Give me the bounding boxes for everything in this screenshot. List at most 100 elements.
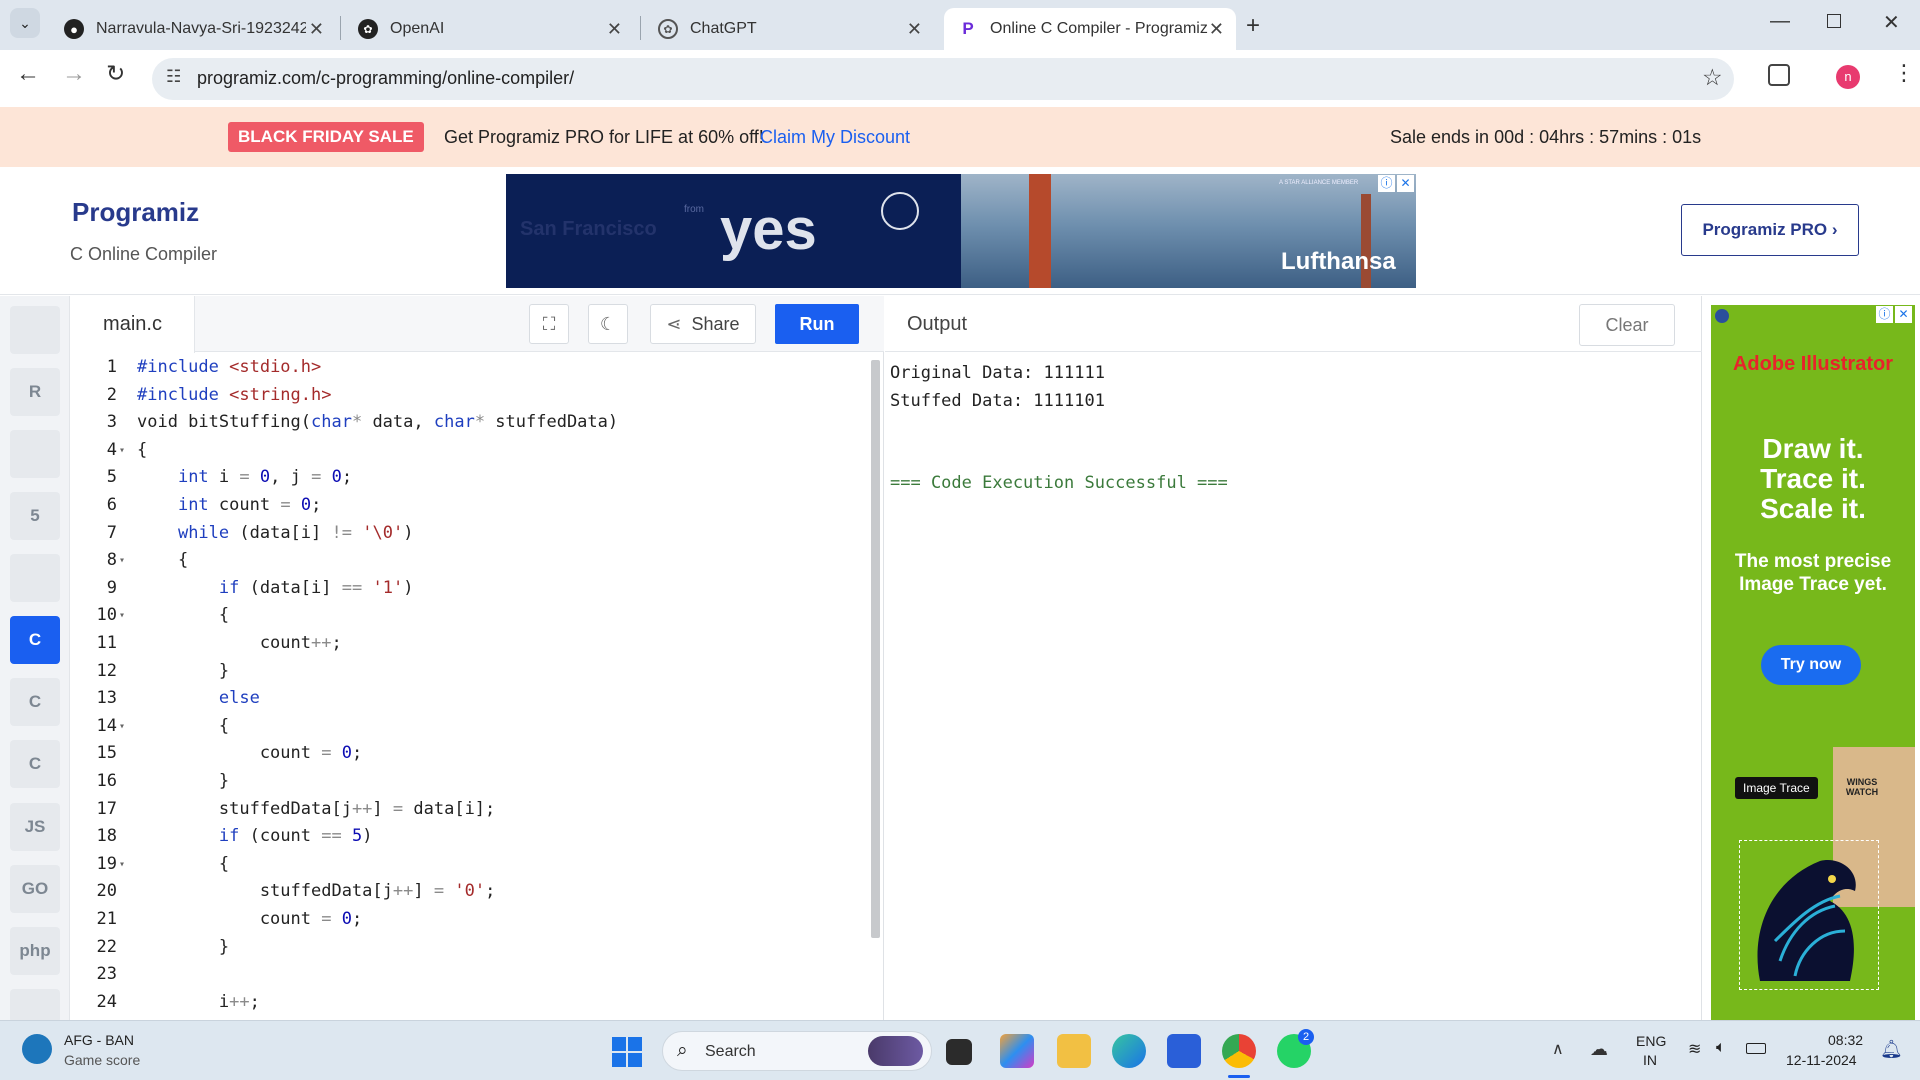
programiz-logo[interactable]: Programiz: [72, 197, 199, 228]
restore-icon[interactable]: [1827, 14, 1841, 28]
programiz-pro-button[interactable]: Programiz PRO ›: [1681, 204, 1859, 256]
editor-scrollbar[interactable]: [871, 360, 880, 938]
theme-toggle-button[interactable]: ☾: [588, 304, 628, 344]
clear-button[interactable]: Clear: [1579, 304, 1675, 346]
store-icon[interactable]: [1167, 1034, 1201, 1068]
extensions-icon[interactable]: [1768, 64, 1790, 86]
fold-toggle-icon[interactable]: ▾: [119, 602, 125, 630]
site-info-icon[interactable]: ☷: [166, 67, 181, 87]
js-icon[interactable]: JS: [10, 803, 60, 851]
wifi-icon[interactable]: ≋: [1688, 1039, 1701, 1059]
new-tab-icon[interactable]: +: [1246, 12, 1260, 40]
c-icon[interactable]: C: [10, 616, 60, 664]
avatar[interactable]: n: [1836, 65, 1860, 89]
share-button[interactable]: ⋖ Share: [650, 304, 756, 344]
php-icon[interactable]: php: [10, 927, 60, 975]
close-icon[interactable]: ✕: [607, 19, 622, 40]
code-line[interactable]: 22 }: [71, 934, 871, 962]
windows-start-icon[interactable]: [612, 1037, 642, 1067]
language-code[interactable]: ENG: [1636, 1033, 1666, 1049]
battery-icon[interactable]: [1746, 1043, 1766, 1054]
chrome-icon[interactable]: [1222, 1034, 1256, 1068]
code-line[interactable]: 16 }: [71, 768, 871, 796]
code-line[interactable]: 19 ▾ {: [71, 851, 871, 879]
code-line[interactable]: 17 stuffedData[j++] = data[i];: [71, 796, 871, 824]
volume-icon[interactable]: 🔈︎: [1716, 1039, 1726, 1057]
code-line[interactable]: 2 #include <string.h>: [71, 382, 871, 410]
language-region[interactable]: IN: [1643, 1052, 1657, 1068]
close-icon[interactable]: ✕: [1209, 19, 1224, 40]
fold-toggle-icon[interactable]: ▾: [119, 547, 125, 575]
taskbar-search[interactable]: ⌕ Search: [662, 1031, 932, 1071]
ad-info-icon[interactable]: ⓘ: [1876, 306, 1893, 323]
bookmark-star-icon[interactable]: ☆: [1702, 64, 1723, 91]
code-line[interactable]: 7 while (data[i] != '\0'): [71, 520, 871, 548]
browser-tab[interactable]: ✿ ChatGPT ✕: [644, 8, 934, 50]
edge-icon[interactable]: [1112, 1034, 1146, 1068]
code-line[interactable]: 20 stuffedData[j++] = '0';: [71, 878, 871, 906]
weather-widget[interactable]: AFG - BAN Game score: [22, 1030, 182, 1072]
fold-toggle-icon[interactable]: ▾: [119, 851, 125, 879]
fold-toggle-icon[interactable]: ▾: [119, 437, 125, 465]
tab-search-button[interactable]: ⌄: [10, 8, 40, 38]
code-line[interactable]: 13 else: [71, 685, 871, 713]
browser-tab[interactable]: ● Narravula-Navya-Sri-19232422( ✕: [50, 8, 336, 50]
code-line[interactable]: 4 ▾ {: [71, 437, 871, 465]
python-icon[interactable]: [10, 306, 60, 354]
browser-tab-active[interactable]: P Online C Compiler - Programiz ✕: [944, 8, 1236, 50]
back-icon[interactable]: ←: [16, 60, 40, 88]
code-line[interactable]: 1 #include <stdio.h>: [71, 354, 871, 382]
window-close-icon[interactable]: ✕: [1883, 10, 1900, 35]
ad-close-icon[interactable]: ✕: [1895, 306, 1912, 323]
go-icon[interactable]: GO: [10, 865, 60, 913]
right-ad[interactable]: ⓘ ✕ Adobe Illustrator Draw it. Trace it.…: [1711, 305, 1915, 1020]
code-line[interactable]: 21 count = 0;: [71, 906, 871, 934]
notification-bell-icon[interactable]: 🔔︎: [1880, 1039, 1903, 1060]
fullscreen-button[interactable]: ⛶: [529, 304, 569, 344]
code-line[interactable]: 14 ▾ {: [71, 713, 871, 741]
cloud-icon[interactable]: ☁: [1590, 1039, 1608, 1060]
code-line[interactable]: 3 void bitStuffing(char* data, char* stuf…: [71, 409, 871, 437]
code-line[interactable]: 9 if (data[i] == '1'): [71, 575, 871, 603]
forward-icon[interactable]: →: [62, 60, 86, 88]
code-line[interactable]: 24 i++;: [71, 989, 871, 1017]
url-text[interactable]: programiz.com/c-programming/online-compi…: [197, 68, 574, 89]
top-ad-banner[interactable]: San Francisco from yes A STAR ALLIANCE M…: [506, 174, 1416, 288]
java-icon[interactable]: [10, 554, 60, 602]
code-line[interactable]: 8 ▾ {: [71, 547, 871, 575]
csharp-icon[interactable]: C: [10, 740, 60, 788]
fold-toggle-icon[interactable]: ▾: [119, 713, 125, 741]
close-icon[interactable]: ✕: [309, 19, 324, 40]
swift-icon[interactable]: [10, 989, 60, 1023]
address-bar[interactable]: ☷ programiz.com/c-programming/online-com…: [152, 58, 1734, 100]
ad-close-icon[interactable]: ✕: [1397, 175, 1414, 192]
code-line[interactable]: 6 int count = 0;: [71, 492, 871, 520]
cpp-icon[interactable]: C: [10, 678, 60, 726]
sql-icon[interactable]: [10, 430, 60, 478]
ad-info-icon[interactable]: ⓘ: [1378, 175, 1395, 192]
chevron-up-icon[interactable]: ∧: [1552, 1039, 1564, 1059]
r-icon[interactable]: R: [10, 368, 60, 416]
close-icon[interactable]: ✕: [907, 19, 922, 40]
copilot-icon[interactable]: [1000, 1034, 1034, 1068]
code-line[interactable]: 18 if (count == 5): [71, 823, 871, 851]
code-line[interactable]: 15 count = 0;: [71, 740, 871, 768]
file-tab[interactable]: main.c: [71, 296, 195, 353]
code-line[interactable]: 23: [71, 961, 871, 989]
run-button[interactable]: Run: [775, 304, 859, 344]
file-explorer-icon[interactable]: [1057, 1034, 1091, 1068]
code-line[interactable]: 11 count++;: [71, 630, 871, 658]
menu-icon[interactable]: ⋮: [1893, 60, 1915, 86]
browser-tab[interactable]: ✿ OpenAI ✕: [344, 8, 634, 50]
clock-time[interactable]: 08:32: [1828, 1032, 1863, 1048]
reload-icon[interactable]: ↻: [106, 60, 125, 87]
task-view-icon[interactable]: [946, 1039, 972, 1065]
ad-cta-button[interactable]: Try now: [1761, 645, 1861, 685]
code-line[interactable]: 10 ▾ {: [71, 602, 871, 630]
html-icon[interactable]: 5: [10, 492, 60, 540]
code-line[interactable]: 12 }: [71, 658, 871, 686]
claim-discount-link[interactable]: Claim My Discount: [760, 127, 910, 148]
code-area[interactable]: 1 #include <stdio.h> 2 #include <string.h> 3…: [71, 352, 871, 1020]
clock-date[interactable]: 12-11-2024: [1786, 1052, 1857, 1068]
code-line[interactable]: 5 int i = 0, j = 0;: [71, 464, 871, 492]
